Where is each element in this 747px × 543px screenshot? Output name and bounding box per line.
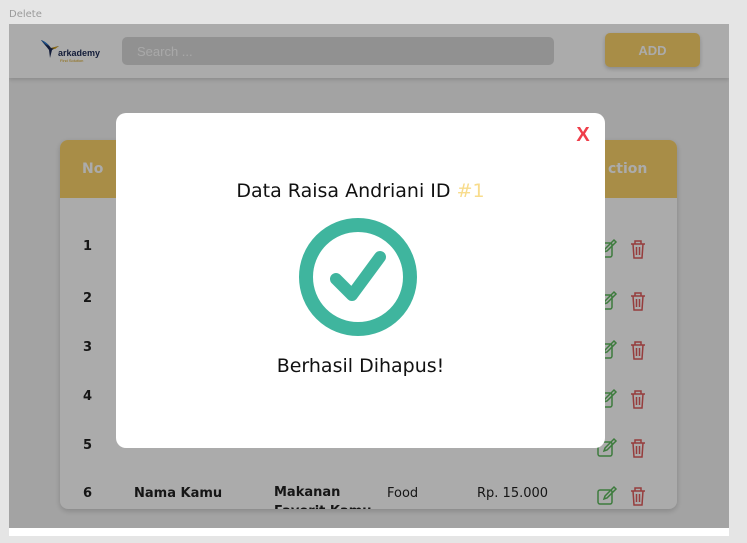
close-button[interactable]: X <box>572 123 594 147</box>
modal-title-text: Data Raisa Andriani ID <box>236 180 457 202</box>
modal-title-id: #1 <box>456 180 485 202</box>
delete-success-modal: X Data Raisa Andriani ID #1 Berhasil Dih… <box>116 113 605 448</box>
modal-title: Data Raisa Andriani ID #1 <box>116 180 605 202</box>
check-circle-icon <box>299 218 417 336</box>
success-message: Berhasil Dihapus! <box>276 355 445 377</box>
frame-label: Delete <box>9 9 42 20</box>
frame-bottom <box>9 528 729 536</box>
